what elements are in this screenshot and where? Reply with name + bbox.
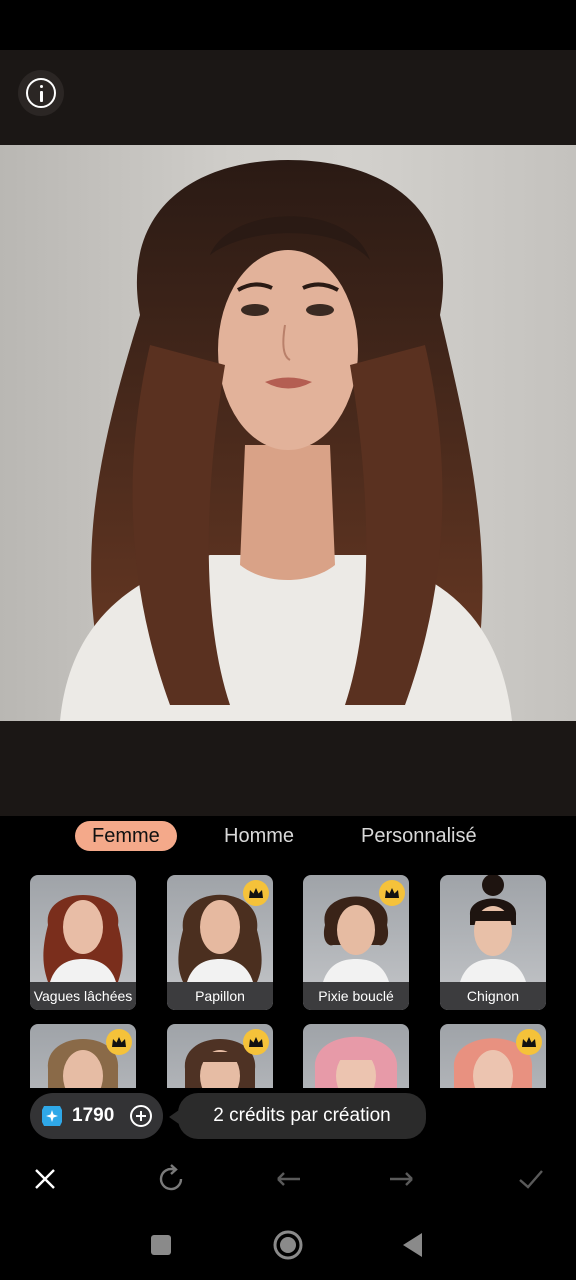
system-nav-bar	[0, 1210, 576, 1280]
style-label: Chignon	[440, 982, 546, 1010]
style-card[interactable]	[167, 1024, 273, 1088]
portrait-photo	[0, 145, 576, 721]
add-credits-icon[interactable]	[130, 1105, 152, 1127]
category-tabs: Femme Homme Personnalisé	[0, 816, 576, 860]
info-button[interactable]	[18, 70, 64, 116]
style-card[interactable]	[30, 1024, 136, 1088]
tab-femme[interactable]: Femme	[75, 821, 177, 851]
close-icon[interactable]	[28, 1162, 62, 1196]
editor-spacer	[0, 721, 576, 816]
premium-crown-icon	[379, 880, 405, 906]
premium-crown-icon	[243, 1029, 269, 1055]
credits-tooltip: 2 crédits par création	[169, 1093, 426, 1139]
undo-icon[interactable]	[270, 1162, 304, 1196]
tab-personnalise[interactable]: Personnalisé	[361, 821, 477, 851]
style-card[interactable]	[303, 1024, 409, 1088]
credits-pill[interactable]: 1790	[30, 1093, 163, 1139]
check-icon[interactable]	[514, 1162, 548, 1196]
refresh-icon[interactable]	[155, 1162, 189, 1196]
top-area	[0, 50, 576, 145]
style-card-vagues-lachees[interactable]: Vagues lâchées	[30, 875, 136, 1010]
style-card-chignon[interactable]: Chignon	[440, 875, 546, 1010]
recents-icon[interactable]	[150, 1234, 172, 1256]
gem-icon	[42, 1106, 62, 1126]
credits-bar: 1790 2 crédits par création	[0, 1088, 576, 1148]
info-icon	[26, 78, 56, 108]
credits-count: 1790	[72, 1105, 115, 1126]
premium-crown-icon	[106, 1029, 132, 1055]
premium-crown-icon	[243, 880, 269, 906]
style-label: Papillon	[167, 982, 273, 1010]
style-thumbnail	[314, 1036, 398, 1088]
style-label: Vagues lâchées	[30, 982, 136, 1010]
redo-icon[interactable]	[386, 1162, 420, 1196]
style-thumbnail	[460, 875, 526, 982]
style-grid: Vagues lâchées Papillon Pixie bouclé Chi…	[0, 860, 576, 1088]
premium-crown-icon	[516, 1029, 542, 1055]
style-card-pixie-boucle[interactable]: Pixie bouclé	[303, 875, 409, 1010]
style-label: Pixie bouclé	[303, 982, 409, 1010]
style-card-papillon[interactable]: Papillon	[167, 875, 273, 1010]
bottom-toolbar	[0, 1148, 576, 1210]
tab-homme[interactable]: Homme	[224, 821, 294, 851]
back-icon[interactable]	[402, 1232, 424, 1258]
style-thumbnail	[43, 895, 123, 982]
status-bar	[0, 0, 576, 50]
home-icon[interactable]	[272, 1229, 304, 1261]
portrait-illustration	[60, 160, 512, 721]
style-card[interactable]	[440, 1024, 546, 1088]
